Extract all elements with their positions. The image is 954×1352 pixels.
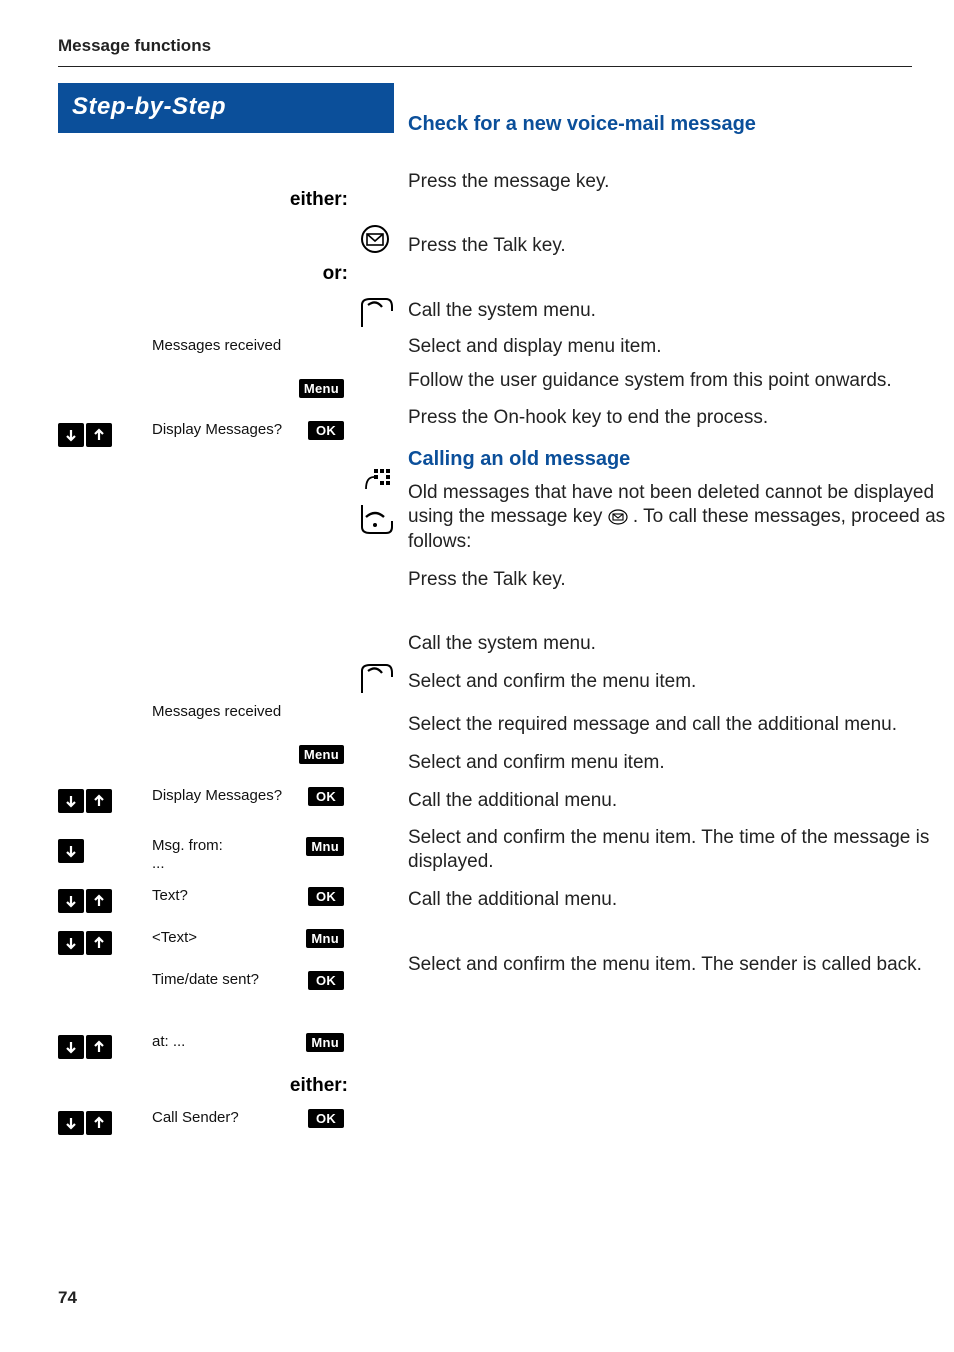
time-date-label: Time/date sent? bbox=[152, 971, 292, 989]
text-q-label: Text? bbox=[152, 887, 292, 905]
messages-received-label-2: Messages received bbox=[152, 703, 292, 721]
step-text: Select and display menu item. bbox=[408, 335, 954, 359]
mnu-softkey-1[interactable]: Mnu bbox=[306, 837, 344, 856]
arrow-up-icon[interactable] bbox=[86, 889, 112, 913]
header-divider bbox=[58, 66, 912, 67]
step-text: Call the additional menu. bbox=[408, 789, 954, 813]
menu-softkey-1[interactable]: Menu bbox=[299, 379, 344, 398]
arrow-down-icon[interactable] bbox=[58, 1035, 84, 1059]
system-guidance-icon bbox=[356, 463, 394, 495]
ok-softkey-4[interactable]: OK bbox=[308, 971, 344, 990]
arrow-up-icon[interactable] bbox=[86, 1111, 112, 1135]
step-text: Call the additional menu. bbox=[408, 888, 954, 912]
step-text: Call the system menu. bbox=[408, 299, 954, 323]
talk-key-icon-2 bbox=[356, 663, 394, 695]
arrow-up-icon[interactable] bbox=[86, 931, 112, 955]
call-sender-label: Call Sender? bbox=[152, 1109, 292, 1127]
step-text: Select and confirm menu item. bbox=[408, 751, 954, 775]
step-text: Press the On-hook key to end the process… bbox=[408, 406, 954, 430]
section-title: Message functions bbox=[58, 36, 912, 56]
display-messages-label-1: Display Messages? bbox=[152, 421, 292, 439]
envelope-icon bbox=[356, 223, 394, 255]
either-label-2: either: bbox=[58, 1075, 394, 1097]
mnu-softkey-2[interactable]: Mnu bbox=[306, 929, 344, 948]
arrow-down-icon[interactable] bbox=[58, 789, 84, 813]
display-messages-label-2: Display Messages? bbox=[152, 787, 292, 805]
ok-softkey-1[interactable]: OK bbox=[308, 421, 344, 440]
arrow-down-icon[interactable] bbox=[58, 423, 84, 447]
on-hook-key-icon bbox=[356, 503, 394, 535]
step-text: Press the Talk key. bbox=[408, 568, 954, 592]
arrow-down-icon[interactable] bbox=[58, 1111, 84, 1135]
mnu-softkey-3[interactable]: Mnu bbox=[306, 1033, 344, 1052]
page-number: 74 bbox=[58, 1288, 77, 1308]
arrow-down-icon[interactable] bbox=[58, 889, 84, 913]
step-text: Press the Talk key. bbox=[408, 234, 954, 258]
step-text: Select and confirm the menu item. bbox=[408, 670, 954, 694]
arrow-up-icon[interactable] bbox=[86, 423, 112, 447]
step-text: Follow the user guidance system from thi… bbox=[408, 369, 954, 393]
step-text: Select the required message and call the… bbox=[408, 713, 954, 737]
messages-received-label-1: Messages received bbox=[152, 337, 292, 355]
step-text: Select and confirm the menu item. The se… bbox=[408, 953, 954, 977]
step-text: Call the system menu. bbox=[408, 632, 954, 656]
talk-key-icon bbox=[356, 297, 394, 329]
arrow-down-icon[interactable] bbox=[58, 839, 84, 863]
arrow-down-icon[interactable] bbox=[58, 931, 84, 955]
step-by-step-banner: Step-by-Step bbox=[58, 83, 394, 133]
heading-check-voicemail: Check for a new voice-mail message bbox=[408, 113, 954, 136]
arrow-up-icon[interactable] bbox=[86, 789, 112, 813]
either-label-1: either: bbox=[58, 189, 394, 211]
step-text: Press the message key. bbox=[408, 170, 954, 194]
ok-softkey-2[interactable]: OK bbox=[308, 787, 344, 806]
ok-softkey-5[interactable]: OK bbox=[308, 1109, 344, 1128]
heading-calling-old: Calling an old message bbox=[408, 448, 954, 471]
arrow-up-icon[interactable] bbox=[86, 1035, 112, 1059]
menu-softkey-2[interactable]: Menu bbox=[299, 745, 344, 764]
msg-from-label: Msg. from: ... bbox=[152, 837, 292, 873]
step-text: Select and confirm the menu item. The ti… bbox=[408, 826, 954, 875]
paragraph-old-messages: Old messages that have not been deleted … bbox=[408, 481, 954, 554]
or-label-1: or: bbox=[58, 263, 394, 285]
text-placeholder-label: <Text> bbox=[152, 929, 292, 947]
ok-softkey-3[interactable]: OK bbox=[308, 887, 344, 906]
at-label: at: ... bbox=[152, 1033, 292, 1051]
envelope-inline-icon bbox=[608, 508, 628, 532]
